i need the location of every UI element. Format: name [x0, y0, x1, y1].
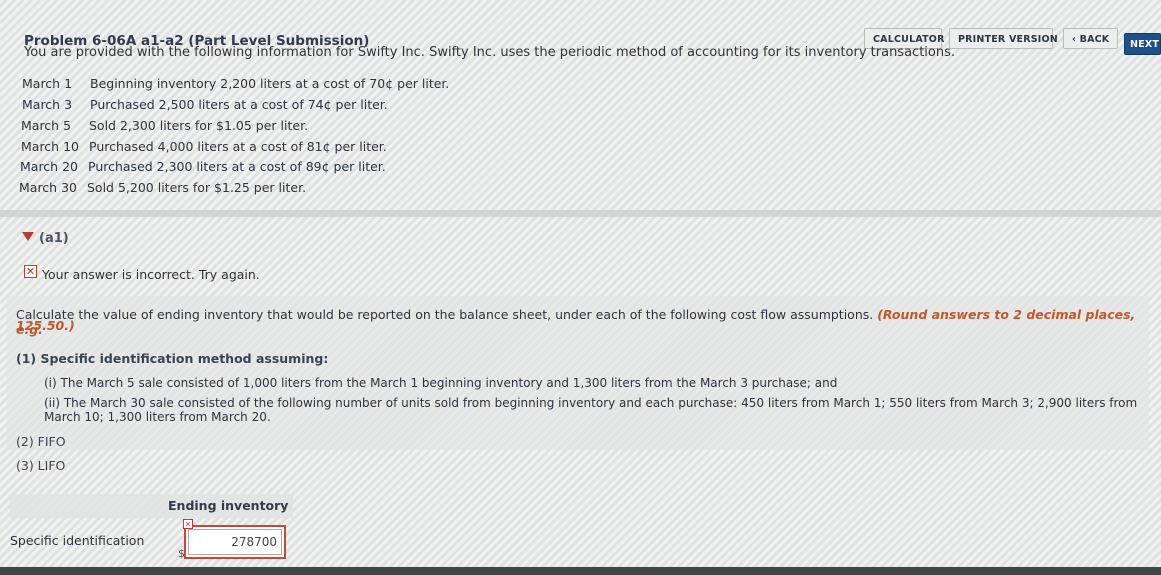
transaction-text: Sold 5,200 liters for $1.25 per liter. [87, 180, 307, 195]
rounding-example: 125.50.) [16, 318, 75, 333]
transaction-date: March 20 [20, 159, 78, 174]
answer-incorrect-icon: ✕ [183, 519, 193, 529]
question-text: Calculate the value of ending inventory … [16, 307, 1161, 337]
column-header-ending-inventory: Ending inventory [168, 498, 289, 513]
section-toggle-a1[interactable]: (a1) [22, 231, 69, 246]
transaction-date: March 1 [22, 76, 73, 91]
subquestion-2: (2) FIFO [16, 434, 66, 449]
subquestion-1-i: (i) The March 5 sale consisted of 1,000 … [44, 376, 838, 390]
incorrect-x-icon: ✕ [24, 265, 37, 278]
printer-version-button[interactable]: PRINTER VERSION [949, 28, 1058, 49]
subquestion-3: (3) LIFO [16, 458, 66, 473]
transaction-text: Purchased 2,300 liters at a cost of 89¢ … [88, 159, 386, 174]
transaction-text: Beginning inventory 2,200 liters at a co… [90, 76, 450, 91]
transaction-text: Purchased 4,000 liters at a cost of 81¢ … [89, 139, 387, 154]
subquestion-1: (1) Specific identification method assum… [16, 351, 329, 366]
next-button[interactable]: NEXT [1124, 33, 1161, 55]
transaction-row: March 10 Purchased 4,000 liters at a cost… [21, 139, 387, 154]
answer-field-wrapper [184, 525, 286, 559]
transaction-date: March 5 [21, 118, 72, 133]
transaction-row: March 30 Sold 5,200 liters for $1.25 per … [19, 180, 306, 195]
transaction-row: March 5 Sold 2,300 liters for $1.05 per l… [21, 118, 308, 133]
back-button-label: BACK [1079, 34, 1110, 45]
ending-inventory-input[interactable] [188, 529, 282, 555]
back-button[interactable]: ‹ BACK [1063, 28, 1118, 49]
transaction-row: March 3 Purchased 2,500 liters at a cost … [22, 97, 388, 112]
transaction-date: March 3 [22, 97, 73, 112]
transaction-text: Purchased 2,500 liters at a cost of 74¢ … [90, 97, 388, 112]
bottom-bar [0, 567, 1161, 575]
section-divider [0, 210, 1161, 217]
transaction-row: March 20 Purchased 2,300 liters at a cost… [20, 159, 386, 174]
row-label-specific-identification: Specific identification [10, 533, 145, 548]
section-label: (a1) [39, 231, 69, 246]
subquestion-1-ii: (ii) The March 30 sale consisted of the … [44, 396, 1138, 424]
intro-text: You are provided with the following info… [24, 45, 956, 60]
question-main: Calculate the value of ending inventory … [16, 307, 878, 322]
transaction-row: March 1 Beginning inventory 2,200 liters … [22, 76, 449, 91]
transaction-text: Sold 2,300 liters for $1.05 per liter. [89, 118, 309, 133]
transaction-date: March 30 [19, 180, 77, 195]
feedback-message: Your answer is incorrect. Try again. [42, 267, 260, 282]
transaction-date: March 10 [21, 139, 79, 154]
triangle-down-icon [22, 232, 34, 241]
chevron-left-icon: ‹ [1072, 34, 1080, 45]
